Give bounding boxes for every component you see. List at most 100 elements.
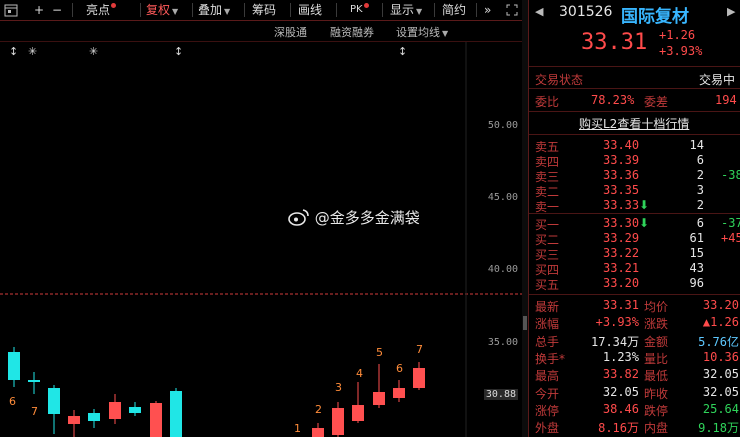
bid-level-volume: 43	[689, 261, 704, 275]
stat-value: 32.05	[702, 367, 739, 382]
chips-button[interactable]: 筹码	[252, 0, 276, 20]
candle-count-label: 6	[9, 395, 16, 408]
price-change-pct: +3.93%	[659, 44, 703, 58]
ask-level-volume: 2	[696, 198, 704, 212]
stat-label: 最新	[535, 300, 560, 314]
candle-body	[373, 392, 385, 405]
stat-value: 33.82	[602, 367, 639, 382]
candle-body	[8, 352, 20, 380]
stat-value: 32.05	[602, 384, 639, 399]
margin-trading-button[interactable]: 融资融券	[330, 24, 374, 40]
price-change: +1.26	[659, 28, 696, 42]
caret-down-icon: ▼	[172, 7, 179, 16]
prev-stock-icon[interactable]: ◀	[535, 5, 543, 18]
stat-label: 总手	[535, 334, 560, 349]
ask-level-volume: 2	[696, 168, 704, 182]
stat-value: 33.20	[702, 298, 739, 312]
stat-label: 金额	[644, 334, 669, 349]
ask-level-change: -38	[721, 168, 740, 182]
down-arrow-icon: ⬇	[639, 198, 650, 212]
bid-level-label: 买五	[535, 278, 560, 292]
stat-value: 17.34万	[591, 334, 640, 349]
candle-body	[393, 388, 405, 398]
candle-body	[150, 403, 162, 437]
kline-chart[interactable]: ↕ ✳ ✳ ↕ ↕ 50.00 45.00 40.00 35.00 30.88 …	[0, 42, 522, 437]
candle-body	[48, 388, 60, 414]
zoom-in-button[interactable]: +	[34, 0, 44, 20]
stat-label: 昨收	[644, 386, 669, 401]
candle-count-label: 1	[294, 422, 301, 435]
ask-level-volume: 14	[689, 138, 704, 152]
bid-level-price: 33.22	[603, 246, 640, 260]
buy-l2-link[interactable]: 购买L2查看十档行情	[579, 115, 689, 132]
caret-down-icon: ▼	[442, 29, 449, 38]
candle-count-label: 7	[416, 343, 423, 356]
bid-level-price: 33.20	[603, 276, 640, 290]
ma-settings-dropdown[interactable]: 设置均线 ▼	[396, 24, 448, 40]
candle-body	[170, 391, 182, 437]
chart-toolbar: + − 亮点 复权 ▼ 叠加 ▼ 筹码 画线 PK 显示 ▼ 简约 »	[0, 0, 522, 21]
bid-level-price: 33.21	[603, 261, 640, 275]
northbound-button[interactable]: 深股通	[274, 24, 307, 40]
stat-value: 1.23%	[602, 349, 639, 364]
candles-svg	[0, 42, 522, 437]
stat-label: 涨跌	[644, 317, 669, 332]
ask-level-price: 33.39	[603, 153, 640, 167]
order-diff-value: 194	[715, 93, 737, 107]
stat-value: ▲1.26	[702, 315, 739, 330]
watermark-text: @金多多金满袋	[314, 209, 420, 227]
ask-level-price: 33.40	[603, 138, 640, 152]
caret-down-icon: ▼	[224, 7, 231, 16]
pk-button[interactable]: PK	[350, 0, 369, 20]
scrollbar-thumb[interactable]	[523, 316, 527, 330]
stat-value: 38.46	[602, 401, 639, 416]
order-ratio-label: 委比	[535, 95, 560, 109]
stat-label: 内盘	[644, 421, 669, 436]
stat-value: 33.31	[602, 298, 639, 312]
stat-label: 最高	[535, 369, 560, 384]
draw-line-button[interactable]: 画线	[298, 0, 322, 20]
candle-body	[413, 368, 425, 388]
candle-body	[68, 416, 80, 424]
stat-label: 涨幅	[535, 317, 560, 332]
display-label: 显示	[390, 3, 415, 17]
ask-level-price: 33.33	[603, 198, 640, 212]
stat-label: 涨停	[535, 403, 560, 418]
stat-value: 10.36	[702, 349, 739, 364]
highlight-button[interactable]: 亮点	[86, 0, 117, 20]
stat-value: 32.05	[702, 384, 739, 399]
zoom-out-button[interactable]: −	[52, 0, 62, 20]
ask-level-volume: 6	[696, 153, 704, 167]
display-dropdown[interactable]: 显示 ▼	[390, 0, 422, 20]
ask-level-volume: 3	[696, 183, 704, 197]
candle-count-label: 4	[356, 367, 363, 380]
calendar-icon[interactable]	[4, 0, 18, 20]
overlay-dropdown[interactable]: 叠加 ▼	[198, 0, 230, 20]
candle-count-label: 6	[396, 362, 403, 375]
bid-level-volume: 61	[689, 231, 704, 245]
adjust-price-dropdown[interactable]: 复权 ▼	[146, 0, 178, 20]
ask-level-price: 33.35	[603, 183, 640, 197]
ma-settings-label: 设置均线	[396, 26, 440, 39]
fullscreen-icon[interactable]	[506, 0, 518, 20]
stat-value: 8.16万	[598, 421, 639, 436]
simple-mode-button[interactable]: 简约	[442, 0, 466, 20]
stat-value: 25.64	[702, 401, 739, 416]
next-stock-icon[interactable]: ▶	[727, 5, 735, 18]
adjust-price-label: 复权	[146, 3, 171, 17]
stat-label: 跌停	[644, 403, 669, 418]
stat-label: 最低	[644, 369, 669, 384]
indicator-subbar: 深股通 融资融券 设置均线 ▼	[0, 21, 522, 42]
bid-level-change: +45	[721, 231, 740, 245]
quote-panel: ◀ 301526 国际复材 ▶ 33.31 +1.26 +3.93% 交易状态 …	[528, 0, 740, 437]
candle-count-label: 3	[335, 381, 342, 394]
new-dot-icon	[363, 3, 369, 8]
status-value: 交易中	[699, 73, 736, 87]
bid-level-price: 33.29	[603, 231, 640, 245]
more-icon[interactable]: »	[484, 0, 491, 20]
candle-body	[312, 428, 324, 437]
caret-down-icon: ▼	[416, 7, 423, 16]
new-dot-icon	[111, 3, 117, 8]
bid-level-price: 33.30	[603, 216, 640, 230]
stat-value: 9.18万	[698, 421, 739, 436]
